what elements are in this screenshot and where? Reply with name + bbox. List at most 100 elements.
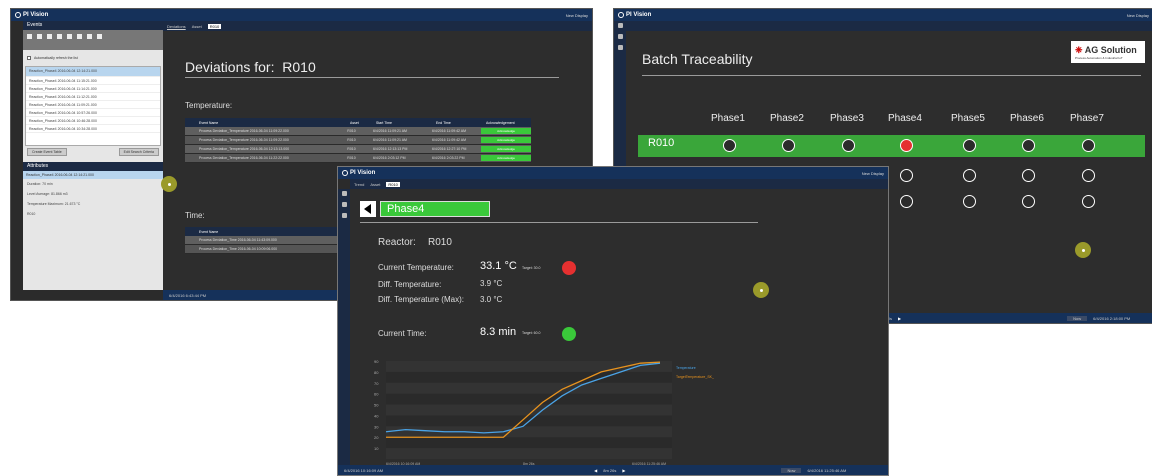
- ag-solution-logo: ❈ AG Solution Process Automation & Indus…: [1071, 41, 1145, 63]
- collapse-panel-button[interactable]: [753, 282, 769, 298]
- list-item[interactable]: Reaction_Phase4 2016-06-04 10:57:26.000: [26, 109, 160, 117]
- asset-select[interactable]: R010: [207, 23, 222, 29]
- ack-cell: Acknowledge: [481, 146, 532, 152]
- list-item[interactable]: Reaction_Phase4 2016-06-04 10:34:28.000: [26, 125, 160, 133]
- acknowledge-button[interactable]: Acknowledge: [481, 155, 532, 161]
- trend-main: Phase4 Reactor: R010 Current Temperature…: [350, 189, 888, 466]
- zoom-label[interactable]: 8m 26s: [603, 468, 616, 473]
- create-event-table-button[interactable]: Create Event Table: [27, 148, 67, 156]
- phase-header: Phase7: [1070, 113, 1104, 124]
- list-item[interactable]: Reaction_Phase4 2016-06-04 11:14:21.000: [26, 85, 160, 93]
- trend-chart[interactable]: 90 80 70 60 50 40 30 20 10 Temperature TargetTempe…: [372, 359, 726, 469]
- phase-status-ok[interactable]: [900, 169, 913, 182]
- phase-status-ok[interactable]: [900, 195, 913, 208]
- tool-icon[interactable]: [37, 34, 42, 39]
- list-item[interactable]: Reaction_Phase4 2016-06-04 10:46:28.000: [26, 117, 160, 125]
- events-toolbar: [23, 30, 163, 50]
- tool-icon[interactable]: [77, 34, 82, 39]
- new-display-button[interactable]: New Display: [566, 13, 588, 18]
- attribute-row[interactable]: Duration: 70 min: [23, 179, 163, 189]
- list-icon[interactable]: [617, 34, 623, 39]
- list-item[interactable]: Reaction_Phase4 2016-06-04 12:14:21.000: [26, 67, 160, 77]
- attribute-selected[interactable]: Reaction_Phase4 2016-06-04 12:14:21.000: [23, 171, 163, 179]
- back-button[interactable]: [360, 201, 376, 217]
- asset-select[interactable]: R010: [386, 181, 400, 187]
- attribute-row[interactable]: R010: [23, 209, 163, 219]
- play-icon[interactable]: ▶: [898, 316, 901, 321]
- play-icon[interactable]: ▶: [622, 468, 625, 473]
- page-title: Batch Traceability: [642, 51, 753, 67]
- tab-deviations[interactable]: Deviations: [167, 24, 186, 29]
- table-row[interactable]: Process Deviation_Temperature 2016-06-04…: [185, 127, 532, 136]
- new-display-button[interactable]: New Display: [862, 171, 884, 176]
- asset-cell: R010: [347, 129, 356, 133]
- home-icon[interactable]: [617, 23, 623, 28]
- now-button[interactable]: Now: [781, 467, 802, 473]
- phase-header: Phase6: [1010, 113, 1044, 124]
- collapse-panel-button[interactable]: [1075, 242, 1091, 258]
- asset-label: Asset: [370, 181, 381, 187]
- phase-status-alarm[interactable]: [900, 139, 913, 152]
- phase-status-ok[interactable]: [963, 195, 976, 208]
- start-time-cell: 6/4/2016 11:09:21 AM: [372, 138, 407, 142]
- reactor-label: Reactor:: [378, 237, 416, 248]
- tool-icon[interactable]: [67, 34, 72, 39]
- tool-icon[interactable]: [87, 34, 92, 39]
- phase-status-ok[interactable]: [1022, 195, 1035, 208]
- diff-temp-label: Diff. Temperature:: [378, 280, 442, 289]
- tab-trend[interactable]: Trend: [354, 182, 364, 187]
- row-label[interactable]: R010: [648, 137, 674, 149]
- grid-band: [386, 448, 672, 459]
- attribute-row[interactable]: Temperature Maximum: 21.673 °C: [23, 199, 163, 209]
- phase-status-ok[interactable]: [842, 139, 855, 152]
- tool-icon[interactable]: [47, 34, 52, 39]
- phase-header: Phase2: [770, 113, 804, 124]
- temperature-section-label: Temperature:: [185, 101, 233, 110]
- phase-status-ok[interactable]: [723, 139, 736, 152]
- list-icon[interactable]: [341, 202, 347, 207]
- pin-icon[interactable]: [617, 45, 623, 50]
- tool-icon[interactable]: [97, 34, 102, 39]
- edit-search-button[interactable]: Edit Search Criteria: [118, 148, 159, 156]
- ack-cell: Acknowledge: [481, 128, 532, 134]
- phase-status-ok[interactable]: [963, 139, 976, 152]
- home-icon[interactable]: [341, 191, 347, 196]
- asset-cell: R010: [347, 147, 356, 151]
- acknowledge-button[interactable]: Acknowledge: [481, 146, 532, 152]
- time-section-label: Time:: [185, 211, 205, 220]
- attribute-row[interactable]: Level Average: 81.866 m3: [23, 189, 163, 199]
- y-tick-label: 20: [374, 435, 379, 440]
- list-item[interactable]: Reaction_Phase4 2016-06-04 11:15:21.000: [26, 77, 160, 85]
- phase-status-ok[interactable]: [1082, 139, 1095, 152]
- pin-icon[interactable]: [341, 213, 347, 218]
- phase-status-ok[interactable]: [1022, 139, 1035, 152]
- tool-icon[interactable]: [27, 34, 32, 39]
- table-row[interactable]: Process Deviation_Temperature 2016-06-04…: [185, 136, 532, 145]
- table-header: Event Name Asset Start Time End Time Ack…: [185, 118, 531, 127]
- auto-refresh-toggle[interactable]: Automatically refresh the list: [23, 50, 163, 66]
- now-button[interactable]: Now: [1067, 315, 1088, 321]
- end-time-cell: 6/4/2016 12:27:10 PM: [432, 147, 467, 151]
- tool-icon[interactable]: [57, 34, 62, 39]
- event-name-cell: Process Deviation_Temperature 2016-06-04…: [199, 156, 289, 160]
- rewind-icon[interactable]: ◀: [594, 468, 597, 473]
- phase-status-ok[interactable]: [1082, 195, 1095, 208]
- list-item[interactable]: Reaction_Phase4 2016-06-04 11:09:21.000: [26, 101, 160, 109]
- phase-status-ok[interactable]: [1082, 169, 1095, 182]
- divider: [642, 75, 1141, 76]
- list-item[interactable]: Reaction_Phase4 2016-06-04 11:12:21.000: [26, 93, 160, 101]
- acknowledge-button[interactable]: Acknowledge: [481, 137, 532, 143]
- end-time-cell: 6/4/2016 11:09:42 AM: [432, 138, 466, 142]
- new-display-button[interactable]: New Display: [1127, 13, 1149, 18]
- phase-status-ok[interactable]: [1022, 169, 1035, 182]
- checkbox[interactable]: [27, 56, 31, 60]
- toolbar: Trend Asset R010: [350, 179, 888, 189]
- collapse-panel-button[interactable]: [161, 176, 177, 192]
- phase-status-ok[interactable]: [963, 169, 976, 182]
- acknowledge-button[interactable]: Acknowledge: [481, 128, 532, 134]
- phase-header: Phase4: [888, 113, 922, 124]
- table-row[interactable]: Process Deviation_Temperature 2016-06-04…: [185, 154, 532, 163]
- phase-status-ok[interactable]: [782, 139, 795, 152]
- table-row[interactable]: Process Deviation_Temperature 2016-06-04…: [185, 145, 532, 154]
- event-name-cell: Process Deviation_Temperature 2016-06-04…: [199, 147, 290, 151]
